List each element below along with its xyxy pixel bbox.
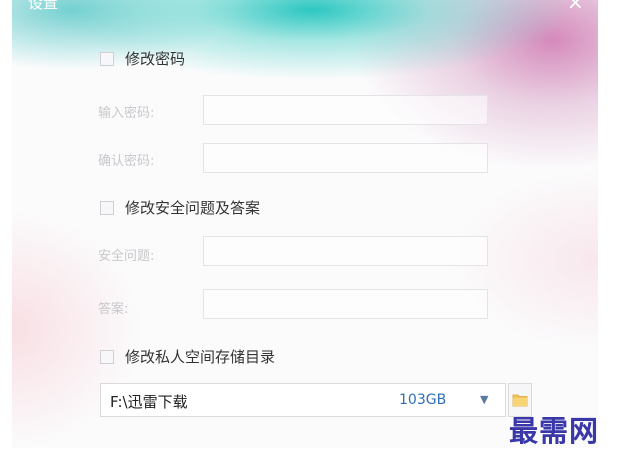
answer-field[interactable] [203, 289, 488, 319]
change-storage-label: 修改私人空间存储目录 [125, 348, 276, 366]
enter-password-field[interactable] [203, 95, 488, 125]
close-icon[interactable]: × [567, 0, 584, 14]
storage-path: F:\迅雷下载 [110, 393, 188, 411]
change-security-label: 修改安全问题及答案 [125, 199, 261, 217]
security-question-label: 安全问题: [98, 249, 155, 264]
change-password-label: 修改密码 [125, 50, 186, 68]
change-storage-option[interactable]: 修改私人空间存储目录 [100, 346, 275, 367]
watermark-logo: 最需网 [509, 414, 600, 448]
change-password-checkbox[interactable] [100, 51, 114, 66]
enter-password-label: 输入密码: [98, 106, 155, 121]
confirm-password-label: 确认密码: [98, 154, 155, 169]
folder-icon [512, 394, 528, 407]
chevron-down-icon[interactable]: ▼ [480, 393, 488, 406]
storage-directory-select[interactable]: F:\迅雷下载 103GB ▼ [100, 383, 506, 417]
answer-label: 答案: [98, 302, 129, 317]
change-storage-checkbox[interactable] [100, 349, 114, 364]
change-security-option[interactable]: 修改安全问题及答案 [100, 197, 260, 218]
settings-dialog: 设置 × 修改密码 输入密码: 确认密码: 修改安全问题及答案 安全问题: 答案… [12, 0, 598, 448]
dialog-title: 设置 [28, 0, 59, 12]
change-password-option[interactable]: 修改密码 [100, 48, 185, 69]
confirm-password-field[interactable] [203, 143, 488, 173]
storage-free-space: 103GB [399, 392, 447, 408]
change-security-checkbox[interactable] [100, 200, 114, 215]
security-question-field[interactable] [203, 236, 488, 266]
